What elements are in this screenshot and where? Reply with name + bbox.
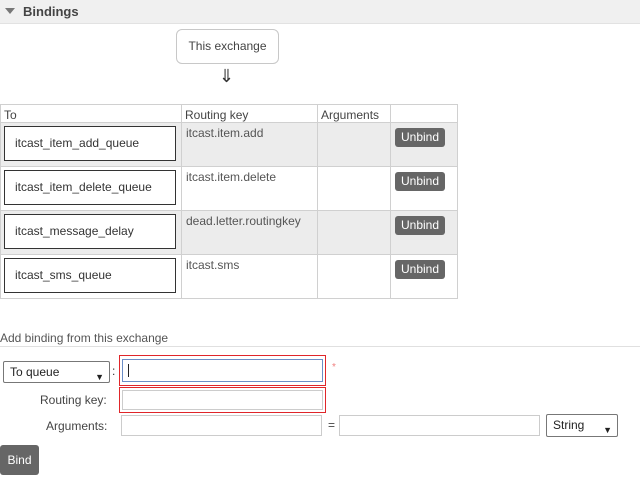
column-header-actions bbox=[390, 104, 458, 123]
arguments-label: Arguments: bbox=[46, 419, 108, 433]
table-row: itcast_item_add_queue itcast.item.add Un… bbox=[0, 122, 458, 167]
dropdown-arrow-icon: ▼ bbox=[603, 425, 612, 435]
table-row: itcast_sms_queue itcast.sms Unbind bbox=[0, 254, 458, 299]
table-row: itcast_item_delete_queue itcast.item.del… bbox=[0, 166, 458, 211]
unbind-button[interactable]: Unbind bbox=[395, 260, 446, 279]
routing-key-cell: itcast.item.add bbox=[181, 122, 318, 167]
to-cell: itcast_message_delay bbox=[0, 210, 182, 255]
arguments-cell bbox=[317, 210, 391, 255]
this-exchange-box: This exchange bbox=[176, 29, 279, 64]
arguments-cell bbox=[317, 122, 391, 167]
to-cell: itcast_item_add_queue bbox=[0, 122, 182, 167]
routing-key-cell: itcast.item.delete bbox=[181, 166, 318, 211]
routing-key-label: Routing key: bbox=[40, 393, 107, 407]
section-title: Bindings bbox=[23, 4, 79, 19]
queue-link[interactable]: itcast_item_delete_queue bbox=[4, 170, 176, 205]
destination-type-select[interactable]: To queue ▼ bbox=[3, 361, 110, 383]
action-cell: Unbind bbox=[390, 254, 458, 299]
triangle-down-icon[interactable] bbox=[5, 8, 15, 14]
bind-button[interactable]: Bind bbox=[0, 445, 39, 475]
destination-input[interactable] bbox=[122, 359, 323, 382]
action-cell: Unbind bbox=[390, 122, 458, 167]
queue-link[interactable]: itcast_item_add_queue bbox=[4, 126, 176, 161]
unbind-button[interactable]: Unbind bbox=[395, 128, 446, 147]
argument-value-input[interactable] bbox=[339, 415, 540, 436]
colon-separator: : bbox=[112, 364, 116, 378]
bindings-section-header[interactable]: Bindings bbox=[0, 0, 640, 24]
equals-sign: = bbox=[328, 418, 336, 432]
required-marker: * bbox=[332, 362, 336, 373]
add-binding-title: Add binding from this exchange bbox=[0, 331, 169, 345]
action-cell: Unbind bbox=[390, 210, 458, 255]
routing-key-input[interactable] bbox=[122, 390, 323, 410]
bindings-table: To Routing key Arguments itcast_item_add… bbox=[0, 104, 458, 299]
queue-link[interactable]: itcast_sms_queue bbox=[4, 258, 176, 293]
queue-link[interactable]: itcast_message_delay bbox=[4, 214, 176, 249]
routing-key-cell: dead.letter.routingkey bbox=[181, 210, 318, 255]
action-cell: Unbind bbox=[390, 166, 458, 211]
table-row: itcast_message_delay dead.letter.routing… bbox=[0, 210, 458, 255]
text-cursor bbox=[128, 364, 129, 377]
unbind-button[interactable]: Unbind bbox=[395, 172, 446, 191]
table-header-row: To Routing key Arguments bbox=[0, 104, 458, 123]
column-header-to: To bbox=[0, 104, 182, 123]
divider bbox=[0, 346, 640, 347]
to-cell: itcast_sms_queue bbox=[0, 254, 182, 299]
argument-type-value: String bbox=[553, 418, 585, 432]
dropdown-arrow-icon: ▼ bbox=[95, 372, 104, 382]
argument-type-select[interactable]: String ▼ bbox=[546, 414, 618, 437]
column-header-arguments: Arguments bbox=[317, 104, 391, 123]
to-cell: itcast_item_delete_queue bbox=[0, 166, 182, 211]
destination-type-value: To queue bbox=[10, 365, 60, 379]
argument-key-input[interactable] bbox=[121, 415, 322, 436]
column-header-routing-key: Routing key bbox=[181, 104, 318, 123]
unbind-button[interactable]: Unbind bbox=[395, 216, 446, 235]
down-arrow-icon: ⇓ bbox=[219, 66, 235, 87]
arguments-cell bbox=[317, 166, 391, 211]
arguments-cell bbox=[317, 254, 391, 299]
routing-key-cell: itcast.sms bbox=[181, 254, 318, 299]
